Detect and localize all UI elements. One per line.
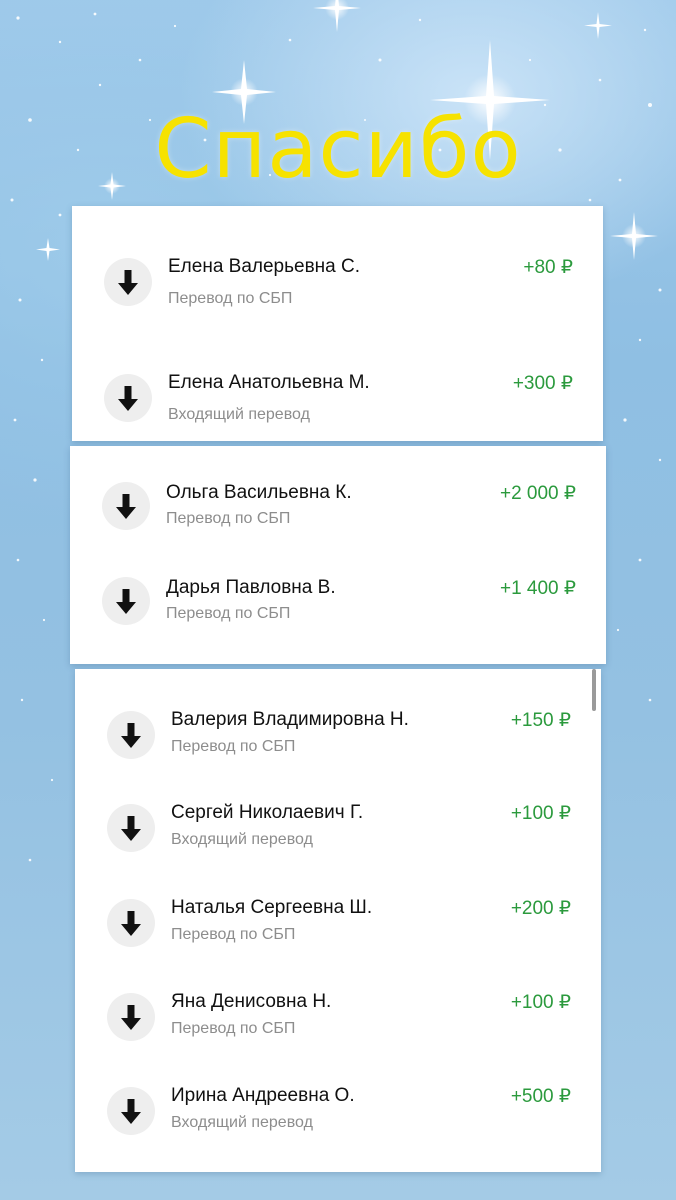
sender-name: Елена Анатольевна М. xyxy=(168,372,370,393)
sender-name: Ирина Андреевна О. xyxy=(171,1085,355,1106)
transfer-type: Входящий перевод xyxy=(168,406,310,423)
arrow-down-icon xyxy=(107,804,155,852)
arrow-down-icon xyxy=(104,258,152,306)
list-item[interactable]: Яна Денисовна Н. Перевод по СБП +100 ₽ xyxy=(75,991,601,1061)
transfer-amount: +100 ₽ xyxy=(510,992,571,1013)
sender-name: Сергей Николаевич Г. xyxy=(171,802,364,823)
transfer-amount: +100 ₽ xyxy=(510,803,571,824)
sender-name: Дарья Павловна В. xyxy=(166,577,336,598)
transfer-amount: +80 ₽ xyxy=(523,257,573,278)
sender-name: Елена Валерьевна С. xyxy=(168,256,361,277)
arrow-down-icon xyxy=(104,374,152,422)
transfers-card: Елена Валерьевна С. Перевод по СБП +80 ₽… xyxy=(72,206,603,441)
transfer-type: Входящий перевод xyxy=(171,831,313,848)
transfer-amount: +300 ₽ xyxy=(512,373,573,394)
transfer-amount: +1 400 ₽ xyxy=(499,578,576,599)
transfer-amount: +500 ₽ xyxy=(510,1086,571,1107)
sender-name: Яна Денисовна Н. xyxy=(171,991,332,1012)
sender-name: Валерия Владимировна Н. xyxy=(171,709,409,730)
list-item[interactable]: Сергей Николаевич Г. Входящий перевод +1… xyxy=(75,802,601,872)
arrow-down-icon xyxy=(102,577,150,625)
transfer-type: Перевод по СБП xyxy=(166,510,291,527)
transfer-type: Перевод по СБП xyxy=(171,738,296,755)
arrow-down-icon xyxy=(107,1087,155,1135)
sender-name: Ольга Васильевна К. xyxy=(166,482,352,503)
list-item[interactable]: Наталья Сергеевна Ш. Перевод по СБП +200… xyxy=(75,897,601,967)
list-item[interactable]: Дарья Павловна В. Перевод по СБП +1 400 … xyxy=(70,571,606,641)
transfer-amount: +150 ₽ xyxy=(510,710,571,731)
transfer-amount: +200 ₽ xyxy=(510,898,571,919)
scrollbar[interactable] xyxy=(592,669,596,711)
arrow-down-icon xyxy=(102,482,150,530)
transfer-type: Перевод по СБП xyxy=(171,926,296,943)
list-item[interactable]: Елена Анатольевна М. Входящий перевод +3… xyxy=(72,362,603,432)
transfer-type: Входящий перевод xyxy=(171,1114,313,1131)
transfer-type: Перевод по СБП xyxy=(168,290,293,307)
list-item[interactable]: Валерия Владимировна Н. Перевод по СБП +… xyxy=(75,707,601,777)
list-item[interactable]: Ирина Андреевна О. Входящий перевод +500… xyxy=(75,1085,601,1155)
sender-name: Наталья Сергеевна Ш. xyxy=(171,897,373,918)
transfer-type: Перевод по СБП xyxy=(166,605,291,622)
list-item[interactable]: Ольга Васильевна К. Перевод по СБП +2 00… xyxy=(70,476,606,546)
page-title: Спасибо xyxy=(154,102,522,197)
transfers-card: Валерия Владимировна Н. Перевод по СБП +… xyxy=(75,669,601,1172)
transfer-type: Перевод по СБП xyxy=(171,1020,296,1037)
arrow-down-icon xyxy=(107,899,155,947)
arrow-down-icon xyxy=(107,993,155,1041)
list-item[interactable]: Елена Валерьевна С. Перевод по СБП +80 ₽ xyxy=(72,246,603,316)
arrow-down-icon xyxy=(107,711,155,759)
transfers-card: Ольга Васильевна К. Перевод по СБП +2 00… xyxy=(70,446,606,664)
transfer-amount: +2 000 ₽ xyxy=(499,483,576,504)
